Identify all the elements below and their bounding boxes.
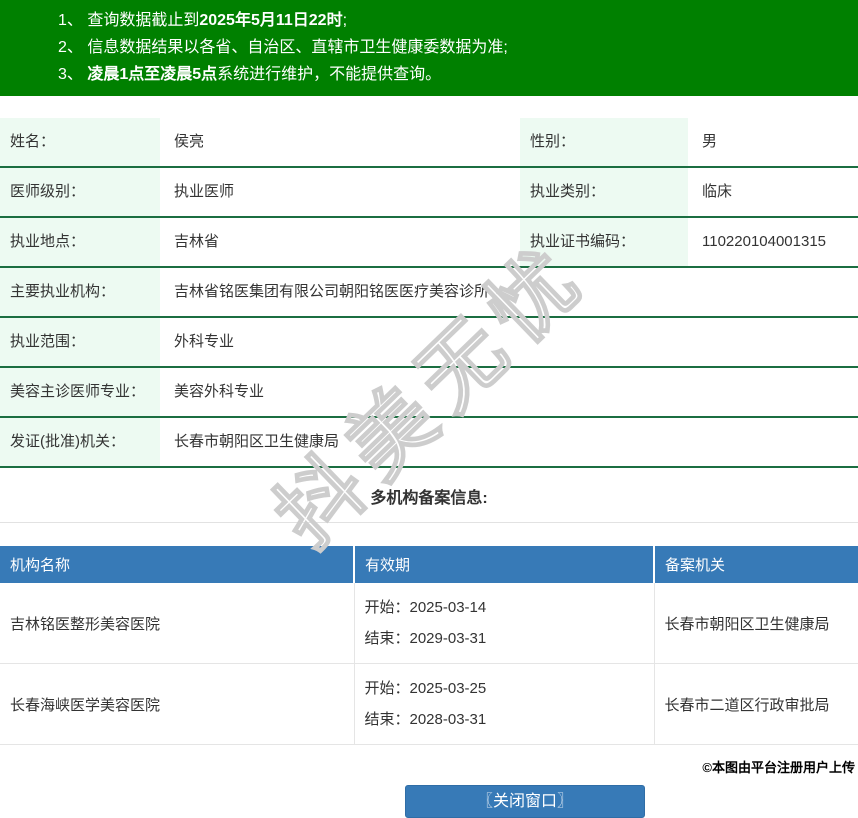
field-value-main-institution: 吉林省铭医集团有限公司朝阳铭医医疗美容诊所 [160,267,858,317]
field-label-practice-scope: 执业范围： [0,317,160,367]
field-value-name: 侯亮 [160,118,520,167]
notice-highlight: 凌晨1点至凌晨5点 [87,66,217,83]
column-header-filing-authority: 备案机关 [654,546,858,583]
notice-text: 系统进行维护，不能提供查询。 [217,66,441,83]
field-label-certificate-number: 执业证书编码： [520,217,688,267]
field-label-main-institution: 主要执业机构： [0,267,160,317]
field-value-practice-category: 临床 [688,167,858,217]
field-value-practice-location: 吉林省 [160,217,520,267]
field-value-certificate-number: 110220104001315 [688,217,858,267]
validity-start: 开始：2025-03-25 [365,673,644,704]
table-row: 姓名： 侯亮 性别： 男 [0,118,858,167]
notice-highlight: 2025年5月11日22时 [199,12,342,29]
table-row: 吉林铭医整形美容医院 开始：2025-03-14 结束：2029-03-31 长… [0,583,858,664]
field-value-practice-scope: 外科专业 [160,317,858,367]
multi-institution-filing-table: 机构名称 有效期 备案机关 吉林铭医整形美容医院 开始：2025-03-14 结… [0,546,858,745]
copyright-stamp: ©本图由平台注册用户上传 [702,757,855,776]
table-row: 长春海峡医学美容医院 开始：2025-03-25 结束：2028-03-31 长… [0,664,858,745]
filing-authority: 长春市朝阳区卫生健康局 [654,583,858,664]
table-row: 美容主诊医师专业： 美容外科专业 [0,367,858,417]
validity-end: 结束：2029-03-31 [365,623,644,654]
table-row: 执业范围： 外科专业 [0,317,858,367]
table-row: 主要执业机构： 吉林省铭医集团有限公司朝阳铭医医疗美容诊所 [0,267,858,317]
practitioner-detail-table: 姓名： 侯亮 性别： 男 医师级别： 执业医师 执业类别： 临床 执业地点： 吉… [0,118,858,468]
notice-text: ; [343,12,347,29]
table-row: 医师级别： 执业医师 执业类别： 临床 [0,167,858,217]
field-value-issuing-authority: 长春市朝阳区卫生健康局 [160,417,858,467]
close-window-button[interactable]: 〖关闭窗口〗 [405,785,645,818]
notice-line-2: 2、 信息数据结果以各省、自治区、直辖市卫生健康委数据为准; [58,34,842,61]
validity-period: 开始：2025-03-14 结束：2029-03-31 [354,583,654,664]
field-label-practice-location: 执业地点： [0,217,160,267]
table-row: 发证(批准)机关： 长春市朝阳区卫生健康局 [0,417,858,467]
column-header-institution-name: 机构名称 [0,546,354,583]
field-label-name: 姓名： [0,118,160,167]
table-row: 执业地点： 吉林省 执业证书编码： 110220104001315 [0,217,858,267]
field-value-doctor-level: 执业医师 [160,167,520,217]
field-label-cosmetic-specialty: 美容主诊医师专业： [0,367,160,417]
notice-text: 1、 查询数据截止到 [58,12,199,29]
column-header-validity: 有效期 [354,546,654,583]
institution-name: 长春海峡医学美容医院 [0,664,354,745]
validity-period: 开始：2025-03-25 结束：2028-03-31 [354,664,654,745]
multi-institution-section-title: 多机构备案信息: [0,484,858,508]
notice-line-3: 3、 凌晨1点至凌晨5点系统进行维护，不能提供查询。 [58,61,842,88]
filing-authority: 长春市二道区行政审批局 [654,664,858,745]
field-label-practice-category: 执业类别： [520,167,688,217]
notice-text: 3、 [58,66,87,83]
table-header-row: 机构名称 有效期 备案机关 [0,546,858,583]
institution-name: 吉林铭医整形美容医院 [0,583,354,664]
section-divider [0,522,858,523]
footer-actions: 〖关闭窗口〗 [0,785,858,818]
field-value-cosmetic-specialty: 美容外科专业 [160,367,858,417]
field-label-doctor-level: 医师级别： [0,167,160,217]
field-value-gender: 男 [688,118,858,167]
notice-banner: 1、 查询数据截止到2025年5月11日22时; 2、 信息数据结果以各省、自治… [0,0,858,96]
notice-line-1: 1、 查询数据截止到2025年5月11日22时; [58,7,842,34]
validity-start: 开始：2025-03-14 [365,592,644,623]
field-label-issuing-authority: 发证(批准)机关： [0,417,160,467]
field-label-gender: 性别： [520,118,688,167]
validity-end: 结束：2028-03-31 [365,704,644,735]
notice-text: 2、 信息数据结果以各省、自治区、直辖市卫生健康委数据为准; [58,39,508,56]
